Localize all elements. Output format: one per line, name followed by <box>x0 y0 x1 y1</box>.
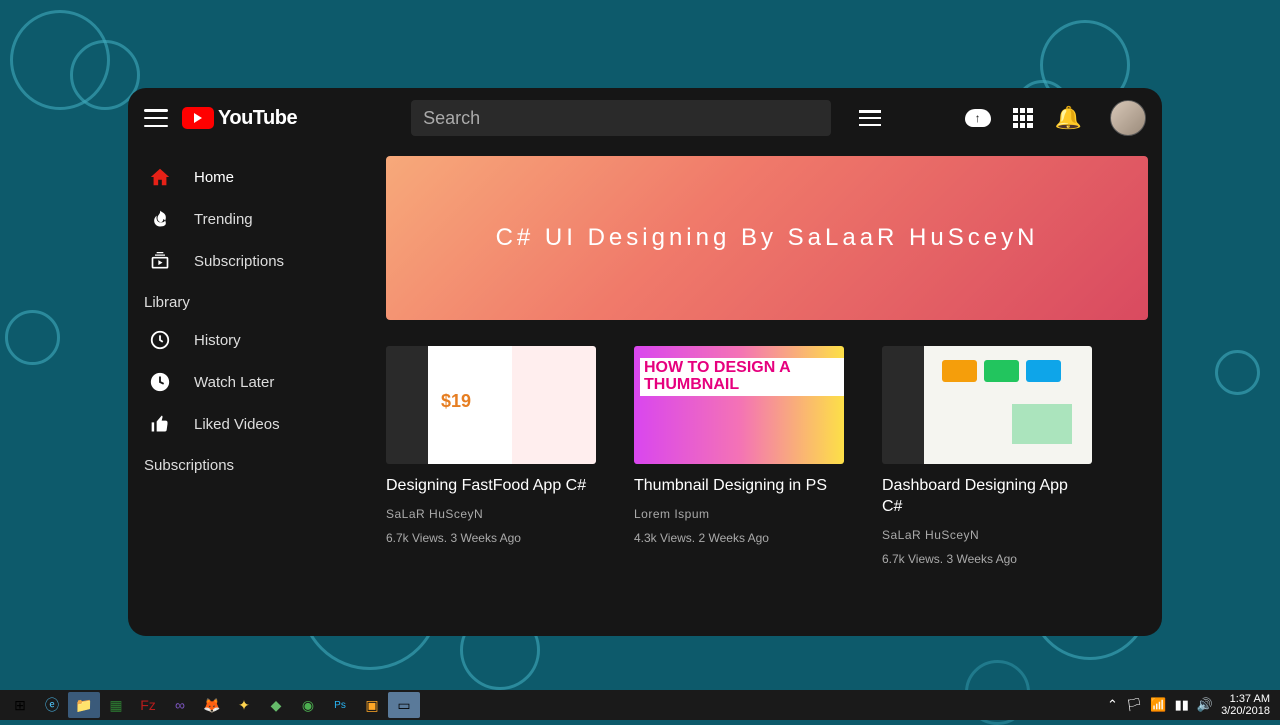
clock-icon <box>148 370 172 394</box>
brand-logo[interactable]: YouTube <box>182 107 297 130</box>
sidebar-label: Subscriptions <box>194 253 284 270</box>
tray-network-icon[interactable]: 📶 <box>1150 697 1166 713</box>
history-icon <box>148 328 172 352</box>
menu-icon[interactable] <box>144 109 168 127</box>
subscriptions-header: Subscriptions <box>136 445 376 482</box>
search-input[interactable]: Search <box>411 100 831 136</box>
sidebar-item-subscriptions[interactable]: Subscriptions <box>136 240 376 282</box>
topbar: YouTube Search 🔔 <box>128 88 1162 148</box>
taskbar-app-icon[interactable]: ◆ <box>260 692 292 718</box>
sidebar-label: Watch Later <box>194 374 274 391</box>
bell-icon[interactable]: 🔔 <box>1055 105 1082 131</box>
sidebar-item-trending[interactable]: Trending <box>136 198 376 240</box>
home-icon <box>148 165 172 189</box>
fire-icon <box>148 207 172 231</box>
app-window: YouTube Search 🔔 Home Trending Subscript… <box>128 88 1162 636</box>
taskbar-vs-icon[interactable]: ∞ <box>164 692 196 718</box>
video-thumbnail: HOW TO DESIGN A THUMBNAIL <box>634 346 844 464</box>
taskbar-ps-icon[interactable]: Ps <box>324 692 356 718</box>
taskbar-app-icon[interactable]: ▣ <box>356 692 388 718</box>
play-icon <box>182 107 214 129</box>
library-header: Library <box>136 282 376 319</box>
video-meta: 6.7k Views. 3 Weeks Ago <box>882 552 1092 566</box>
subscriptions-icon <box>148 249 172 273</box>
taskbar-app-icon[interactable]: ✦ <box>228 692 260 718</box>
banner-title: C# UI Designing By SaLaaR HuSceyN <box>496 224 1039 252</box>
tray-clock[interactable]: 1:37 AM 3/20/2018 <box>1221 693 1270 717</box>
video-meta: 6.7k Views. 3 Weeks Ago <box>386 531 596 545</box>
taskbar-filezilla-icon[interactable]: Fz <box>132 692 164 718</box>
tray-up-icon[interactable]: ⌃ <box>1107 697 1118 713</box>
sidebar-label: History <box>194 332 241 349</box>
video-card[interactable]: HOW TO DESIGN A THUMBNAIL Thumbnail Desi… <box>634 346 844 566</box>
sidebar-item-history[interactable]: History <box>136 319 376 361</box>
taskbar-firefox-icon[interactable]: 🦊 <box>196 692 228 718</box>
settings-menu-icon[interactable] <box>859 110 881 126</box>
avatar[interactable] <box>1110 100 1146 136</box>
tray-flag-icon[interactable]: 🏳 <box>1126 697 1143 713</box>
video-author: SaLaR HuSceyN <box>386 507 596 521</box>
tray-signal-icon[interactable]: ▮▮ <box>1175 697 1189 713</box>
topbar-actions: 🔔 <box>859 100 1146 136</box>
taskbar-excel-icon[interactable]: ▦ <box>100 692 132 718</box>
brand-text: YouTube <box>218 107 297 130</box>
taskbar-chrome-icon[interactable]: ◉ <box>292 692 324 718</box>
video-title: Designing FastFood App C# <box>386 476 596 497</box>
sidebar: Home Trending Subscriptions Library Hist… <box>128 148 376 636</box>
system-tray: ⌃ 🏳 📶 ▮▮ 🔊 1:37 AM 3/20/2018 <box>1107 693 1276 717</box>
taskbar-explorer-icon[interactable]: 📁 <box>68 692 100 718</box>
apps-icon[interactable] <box>1013 108 1033 128</box>
video-title: Thumbnail Designing in PS <box>634 476 844 497</box>
video-author: Lorem Ispum <box>634 507 844 521</box>
banner[interactable]: C# UI Designing By SaLaaR HuSceyN <box>386 156 1148 320</box>
video-title: Dashboard Designing App C# <box>882 476 1092 518</box>
sidebar-item-liked[interactable]: Liked Videos <box>136 403 376 445</box>
taskbar: ⊞ ⓔ 📁 ▦ Fz ∞ 🦊 ✦ ◆ ◉ Ps ▣ ▭ ⌃ 🏳 📶 ▮▮ 🔊 1… <box>0 690 1280 720</box>
video-thumbnail <box>386 346 596 464</box>
taskbar-ie-icon[interactable]: ⓔ <box>36 692 68 718</box>
video-card[interactable]: Designing FastFood App C# SaLaR HuSceyN … <box>386 346 596 566</box>
main-content: C# UI Designing By SaLaaR HuSceyN Design… <box>376 148 1162 636</box>
video-grid: Designing FastFood App C# SaLaR HuSceyN … <box>386 346 1148 566</box>
tray-volume-icon[interactable]: 🔊 <box>1197 697 1213 713</box>
sidebar-label: Liked Videos <box>194 416 280 433</box>
sidebar-item-watch-later[interactable]: Watch Later <box>136 361 376 403</box>
sidebar-label: Trending <box>194 211 253 228</box>
video-card[interactable]: Dashboard Designing App C# SaLaR HuSceyN… <box>882 346 1092 566</box>
sidebar-label: Home <box>194 169 234 186</box>
video-meta: 4.3k Views. 2 Weeks Ago <box>634 531 844 545</box>
upload-icon[interactable] <box>965 109 991 127</box>
taskbar-running-app-icon[interactable]: ▭ <box>388 692 420 718</box>
video-author: SaLaR HuSceyN <box>882 528 1092 542</box>
thumbs-up-icon <box>148 412 172 436</box>
start-button[interactable]: ⊞ <box>4 692 36 718</box>
sidebar-item-home[interactable]: Home <box>136 156 376 198</box>
video-thumbnail <box>882 346 1092 464</box>
